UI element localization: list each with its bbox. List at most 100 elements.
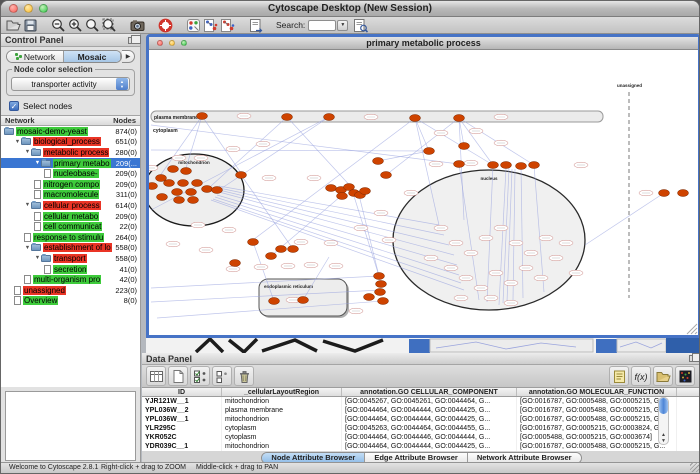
tree-column-nodes[interactable]: Nodes: [113, 116, 136, 125]
gene-node[interactable]: [172, 189, 183, 196]
layout-blue-icon[interactable]: [202, 18, 219, 33]
gene-label-node[interactable]: [479, 235, 493, 241]
gene-label-node[interactable]: [469, 128, 483, 134]
tree-column-network[interactable]: Network: [5, 116, 113, 125]
birdseye-view[interactable]: [5, 391, 136, 461]
disclosure-triangle-icon[interactable]: ▼: [24, 245, 31, 251]
gene-label-node[interactable]: [324, 240, 338, 246]
tree-row[interactable]: multi-organism pro42(0): [1, 274, 140, 285]
gene-node[interactable]: [276, 246, 287, 253]
gene-label-node[interactable]: [434, 130, 448, 136]
gene-label-node[interactable]: [534, 275, 548, 281]
gene-node[interactable]: [454, 161, 465, 168]
gene-node[interactable]: [178, 180, 189, 187]
gene-label-node[interactable]: [464, 160, 478, 166]
gene-node[interactable]: [157, 194, 168, 201]
gene-node[interactable]: [376, 281, 387, 288]
gene-node[interactable]: [186, 189, 197, 196]
gene-label-node[interactable]: [424, 255, 438, 261]
gene-label-node[interactable]: [294, 239, 308, 245]
gene-label-node[interactable]: [149, 165, 158, 171]
tree-row[interactable]: cell communicat22(0): [1, 221, 140, 232]
disclosure-triangle-icon[interactable]: ▼: [24, 202, 31, 208]
gene-node[interactable]: [192, 180, 203, 187]
gene-label-node[interactable]: [281, 263, 295, 269]
table-scrollbar[interactable]: ▲▼: [658, 397, 669, 445]
gene-node[interactable]: [269, 298, 280, 305]
disclosure-triangle-icon[interactable]: ▼: [24, 149, 31, 155]
vizmapper-icon[interactable]: [185, 18, 202, 33]
delete-attribute-icon[interactable]: [234, 366, 254, 386]
gene-node[interactable]: [324, 114, 335, 121]
gene-node[interactable]: [374, 273, 385, 280]
scrollbar-arrows[interactable]: ▲▼: [659, 432, 668, 444]
gene-node[interactable]: [202, 186, 213, 193]
gene-node[interactable]: [678, 190, 689, 197]
gene-node[interactable]: [659, 190, 670, 197]
new-attribute-icon[interactable]: [168, 366, 188, 386]
gene-node[interactable]: [236, 172, 247, 179]
gene-label-node[interactable]: [226, 266, 240, 272]
gene-label-node[interactable]: [524, 250, 538, 256]
node-color-dropdown[interactable]: transporter activity ▲▼: [11, 77, 130, 91]
gene-node[interactable]: [326, 185, 337, 192]
gene-label-node[interactable]: [444, 265, 458, 271]
gene-label-node[interactable]: [484, 295, 498, 301]
gene-label-node[interactable]: [494, 140, 508, 146]
gene-label-node[interactable]: [404, 190, 418, 196]
gene-node[interactable]: [298, 297, 309, 304]
gene-node[interactable]: [501, 162, 512, 169]
attribute-matrix-icon[interactable]: [675, 366, 695, 386]
open-session-icon[interactable]: [5, 18, 22, 33]
gene-label-node[interactable]: [222, 227, 236, 233]
gene-label-node[interactable]: [226, 146, 240, 152]
float-panel-icon[interactable]: [689, 355, 697, 362]
import-attributes-icon[interactable]: [653, 366, 673, 386]
gene-label-node[interactable]: [349, 308, 363, 314]
tree-row[interactable]: nitrogen compo209(0): [1, 179, 140, 190]
gene-label-node[interactable]: [559, 240, 573, 246]
table-row[interactable]: YDR039C__1mitochondrion[GO:0044464, GO:0…: [142, 442, 700, 451]
gene-label-node[interactable]: [574, 162, 588, 168]
minimize-icon[interactable]: [169, 40, 175, 46]
tab-network[interactable]: Network: [7, 51, 64, 62]
gene-node[interactable]: [282, 114, 293, 121]
tree-row[interactable]: macromolecule311(0): [1, 190, 140, 201]
gene-label-node[interactable]: [539, 235, 553, 241]
gene-label-node[interactable]: [307, 175, 321, 181]
select-nodes-checkbox[interactable]: ✓: [9, 101, 19, 111]
select-attributes-icon[interactable]: [190, 366, 210, 386]
gene-label-node[interactable]: [304, 262, 318, 268]
close-icon[interactable]: [157, 40, 163, 46]
column-header[interactable]: annotation.GO CELLULAR_COMPONENT: [342, 388, 517, 396]
gene-node[interactable]: [266, 253, 277, 260]
table-row[interactable]: YPL036W__1mitochondrion[GO:0044464, GO:0…: [142, 415, 700, 424]
gene-node[interactable]: [360, 188, 371, 195]
zoom-out-icon[interactable]: [50, 18, 67, 33]
table-row[interactable]: YJR121W__1mitochondrion[GO:0045267, GO:0…: [142, 397, 700, 406]
gene-node[interactable]: [197, 113, 208, 120]
zoom-button[interactable]: [39, 4, 48, 13]
scrollbar-thumb[interactable]: [659, 398, 668, 414]
tab-mosaic[interactable]: Mosaic: [64, 51, 121, 62]
tree-row[interactable]: mosaic-demo-yeast874(0): [1, 126, 140, 137]
column-header[interactable]: [677, 388, 700, 396]
zoom-fit-icon[interactable]: [84, 18, 101, 33]
gene-node[interactable]: [459, 143, 470, 150]
gene-label-node[interactable]: [382, 237, 396, 243]
resize-grip[interactable]: [690, 462, 700, 472]
tree-row[interactable]: secretion41(0): [1, 264, 140, 275]
gene-label-node[interactable]: [464, 250, 478, 256]
tree-row[interactable]: Overview8(0): [1, 296, 140, 307]
search-input[interactable]: [308, 20, 336, 31]
minimize-button[interactable]: [24, 4, 33, 13]
disclosure-triangle-icon[interactable]: ▼: [14, 139, 21, 145]
gene-label-node[interactable]: [191, 222, 205, 228]
gene-label-node[interactable]: [262, 175, 276, 181]
gene-node[interactable]: [164, 180, 175, 187]
unselect-attributes-icon[interactable]: [212, 366, 232, 386]
search-dropdown-button[interactable]: ▼: [337, 20, 348, 31]
background-windows-strip[interactable]: [146, 338, 700, 353]
gene-node[interactable]: [230, 260, 241, 267]
snapshot-icon[interactable]: [129, 18, 146, 33]
